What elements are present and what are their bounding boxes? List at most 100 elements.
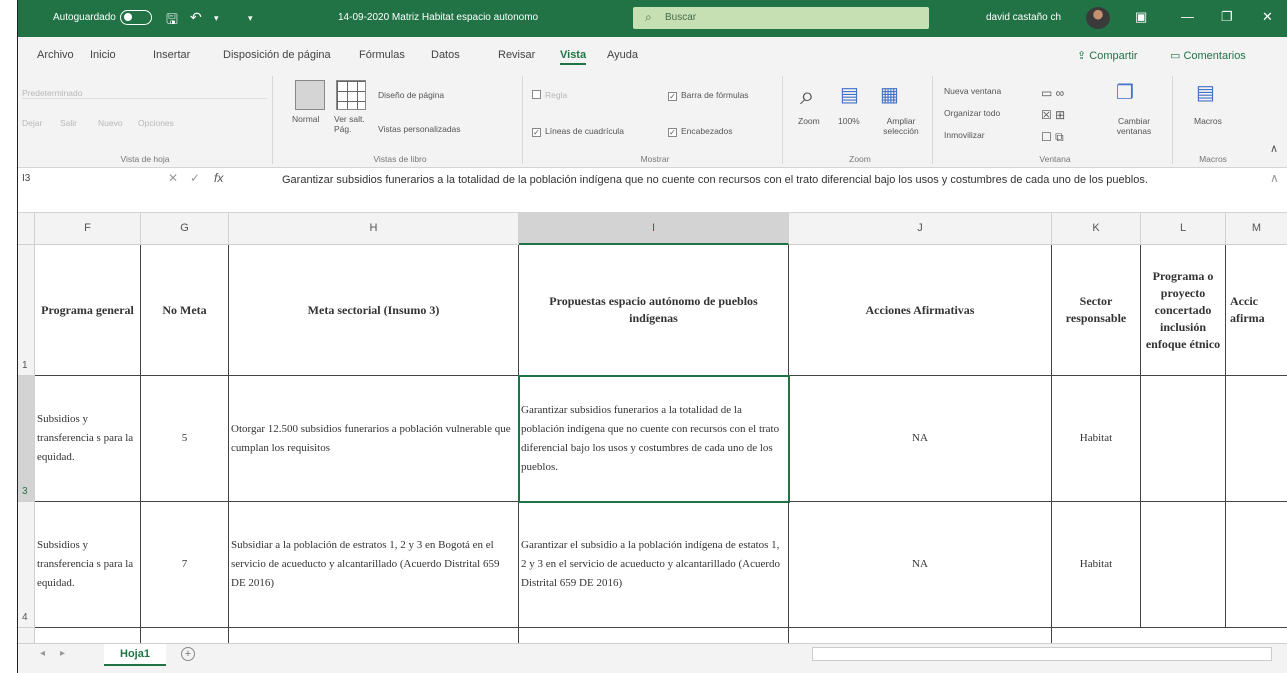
cell-m3[interactable] [1226, 376, 1287, 502]
cell-j5[interactable] [789, 628, 1052, 643]
normal-view-icon[interactable] [295, 80, 325, 110]
restore-icon[interactable]: ❐ [1221, 9, 1233, 25]
column-header-h[interactable]: H [229, 213, 519, 245]
tab-datos[interactable]: Datos [431, 49, 460, 61]
zoom-icon[interactable]: ⌕ [800, 80, 815, 112]
arrange-all-button[interactable]: Organizar todo [944, 108, 1000, 118]
cell-h5[interactable] [229, 628, 519, 643]
cell-i5[interactable] [519, 628, 789, 643]
headings-checkbox[interactable]: ✓ Encabezados [668, 126, 733, 137]
sheet-view-exit-button[interactable]: Salir [60, 118, 77, 128]
cell-g4[interactable]: 7 [141, 502, 229, 628]
column-header-j[interactable]: J [789, 213, 1052, 245]
cell-j4[interactable]: NA [789, 502, 1052, 628]
cell-f5[interactable] [35, 628, 141, 643]
row-header-4[interactable]: 4 [18, 502, 35, 628]
sheet-tab-hoja1[interactable]: Hoja1 [104, 644, 166, 666]
unhide-icon[interactable]: ☐ ⧉ [1041, 130, 1064, 145]
ruler-checkbox[interactable]: Regla [532, 90, 567, 100]
avatar[interactable] [1086, 7, 1110, 29]
tab-disposicion[interactable]: Disposición de página [223, 49, 331, 61]
comments-button[interactable]: ▭ Comentarios [1170, 49, 1246, 62]
page-layout-button[interactable]: Diseño de página [378, 90, 444, 100]
header-cell-m[interactable]: Accic afirma [1226, 245, 1287, 376]
column-header-f[interactable]: F [35, 213, 141, 245]
column-header-m[interactable]: M [1226, 213, 1287, 245]
sheet-view-dropdown[interactable]: Predeterminado [22, 88, 267, 99]
header-cell-l[interactable]: Programa o proyecto concertado inclusión… [1141, 245, 1226, 376]
formula-input[interactable]: Garantizar subsidios funerarios a la tot… [282, 171, 1262, 189]
tab-formulas[interactable]: Fórmulas [359, 49, 405, 61]
custom-views-button[interactable]: Vistas personalizadas [378, 124, 461, 134]
ribbon-display-icon[interactable]: ▣ [1135, 9, 1147, 25]
cell-l4[interactable] [1141, 502, 1226, 628]
column-header-l[interactable]: L [1141, 213, 1226, 245]
tab-revisar[interactable]: Revisar [498, 49, 535, 61]
cell-g5[interactable] [141, 628, 229, 643]
column-header-i[interactable]: I [519, 213, 789, 245]
cell-i3[interactable]: Garantizar subsidios funerarios a la tot… [518, 375, 790, 503]
tab-inicio[interactable]: Inicio [90, 49, 116, 61]
undo-icon[interactable]: ↶ [190, 9, 202, 26]
cell-f3[interactable]: Subsidios y transferencia s para la equi… [35, 376, 141, 502]
collapse-ribbon-icon[interactable]: ∧ [1270, 142, 1278, 155]
tab-archivo[interactable]: Archivo [37, 49, 74, 61]
gridlines-checkbox[interactable]: ✓ Líneas de cuadrícula [532, 126, 624, 137]
header-cell-f[interactable]: Programa general [35, 245, 141, 376]
save-icon[interactable]: 🖫 [166, 9, 178, 33]
cell-h4[interactable]: Subsidiar a la población de estratos 1, … [229, 502, 519, 628]
undo-dropdown-icon[interactable]: ▾ [214, 13, 219, 24]
cell-j3[interactable]: NA [789, 376, 1052, 502]
new-window-button[interactable]: Nueva ventana [944, 86, 1001, 96]
column-header-g[interactable]: G [141, 213, 229, 245]
zoom-selection-icon[interactable]: ▦ [880, 82, 899, 107]
page-break-view-icon[interactable] [336, 80, 366, 110]
share-button[interactable]: ⇪ Compartir [1077, 49, 1138, 62]
tab-ayuda[interactable]: Ayuda [607, 49, 638, 61]
horizontal-scrollbar[interactable] [812, 647, 1272, 661]
tab-insertar[interactable]: Insertar [153, 49, 190, 61]
add-sheet-icon[interactable]: + [181, 647, 195, 661]
close-icon[interactable]: ✕ [1262, 9, 1273, 25]
column-header-k[interactable]: K [1052, 213, 1141, 245]
switch-windows-icon[interactable]: ❐ [1116, 80, 1134, 105]
cell-g3[interactable]: 5 [141, 376, 229, 502]
formula-bar-checkbox[interactable]: ✓ Barra de fórmulas [668, 90, 749, 101]
freeze-panes-button[interactable]: Inmovilizar [944, 130, 985, 140]
sheet-view-keep-button[interactable]: Dejar [22, 118, 42, 128]
next-sheet-icon[interactable]: ▸ [60, 648, 65, 659]
user-name[interactable]: david castaño ch [986, 12, 1061, 23]
cell-i4[interactable]: Garantizar el subsidio a la población in… [519, 502, 789, 628]
header-cell-g[interactable]: No Meta [141, 245, 229, 376]
prev-sheet-icon[interactable]: ◂ [40, 648, 45, 659]
header-cell-j[interactable]: Acciones Afirmativas [789, 245, 1052, 376]
header-cell-h[interactable]: Meta sectorial (Insumo 3) [229, 245, 519, 376]
enter-icon[interactable]: ✓ [190, 171, 200, 185]
select-all-corner[interactable] [18, 213, 35, 245]
search-input[interactable]: ⌕ Buscar [633, 7, 929, 29]
tab-vista[interactable]: Vista [560, 49, 587, 65]
cell-l3[interactable] [1141, 376, 1226, 502]
minimize-icon[interactable]: — [1181, 9, 1194, 24]
cell-k4[interactable]: Habitat [1052, 502, 1141, 628]
insert-function-icon[interactable]: fx [214, 171, 223, 185]
row-header-5[interactable] [18, 628, 35, 643]
customize-toolbar-icon[interactable]: ▾ [248, 13, 253, 24]
cell-k3[interactable]: Habitat [1052, 376, 1141, 502]
header-cell-i[interactable]: Propuestas espacio autónomo de pueblos i… [519, 245, 789, 376]
sheet-view-new-button[interactable]: Nuevo [98, 118, 123, 128]
autosave-toggle[interactable] [120, 10, 152, 25]
row-header-3[interactable]: 3 [18, 376, 35, 502]
sheet-view-options-button[interactable]: Opciones [138, 118, 174, 128]
name-box[interactable]: I3 [18, 168, 148, 190]
cell-m4[interactable] [1226, 502, 1287, 628]
cell-f4[interactable]: Subsidios y transferencia s para la equi… [35, 502, 141, 628]
cell-h3[interactable]: Otorgar 12.500 subsidios funerarios a po… [229, 376, 519, 502]
expand-formula-bar-icon[interactable]: ∧ [1270, 171, 1279, 185]
cancel-icon[interactable]: ✕ [168, 171, 178, 185]
header-cell-k[interactable]: Sector responsable [1052, 245, 1141, 376]
zoom-100-icon[interactable]: ▤ [840, 82, 859, 107]
row-header-1[interactable]: 1 [18, 245, 35, 376]
hide-icon[interactable]: ☒ ⊞ [1041, 108, 1065, 122]
split-icon[interactable]: ▭ ∞ [1041, 86, 1064, 100]
